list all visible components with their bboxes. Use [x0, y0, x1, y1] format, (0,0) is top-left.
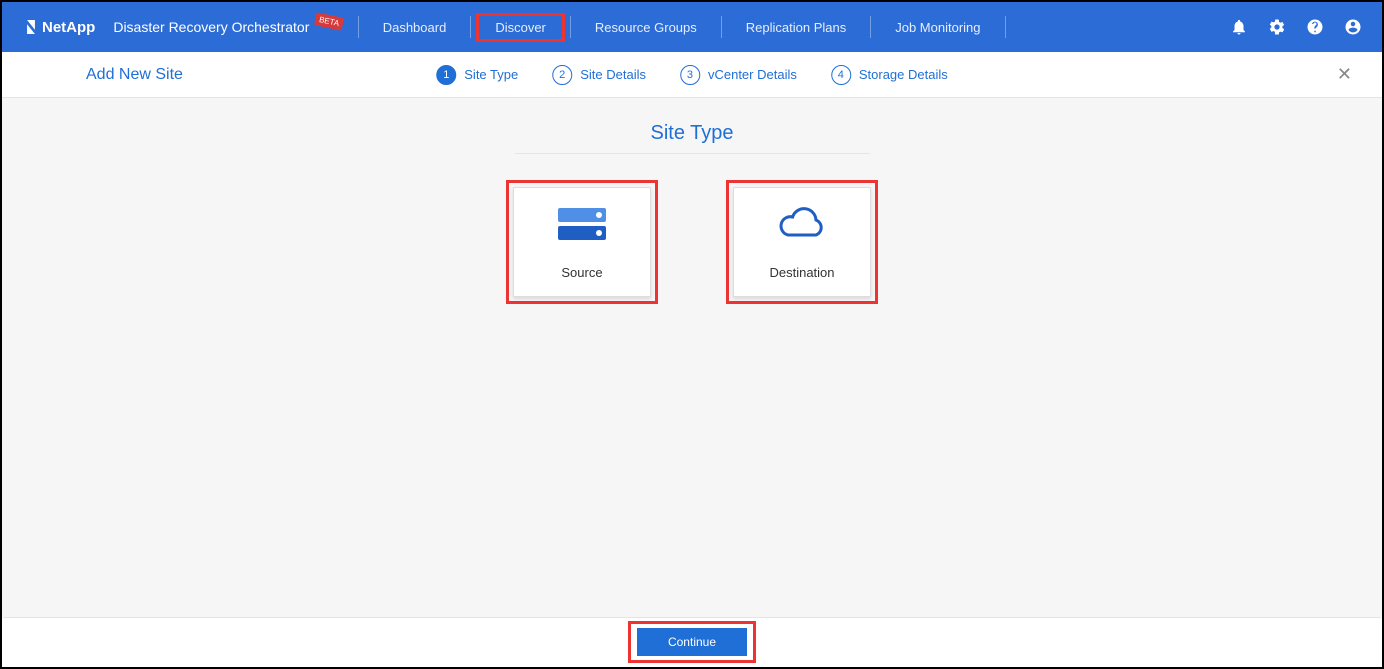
button-highlight: Continue: [628, 621, 756, 663]
server-icon: [554, 204, 610, 249]
beta-badge: BETA: [314, 12, 344, 31]
page-heading: Site Type: [2, 122, 1382, 145]
nav-replication-plans[interactable]: Replication Plans: [728, 14, 864, 41]
cloud-icon: [774, 204, 830, 249]
site-type-cards: Source Destination: [2, 180, 1382, 304]
nav-divider: [1005, 16, 1006, 38]
bell-icon[interactable]: [1230, 18, 1248, 36]
close-icon[interactable]: ✕: [1337, 64, 1352, 85]
user-icon[interactable]: [1344, 18, 1362, 36]
step-number: 2: [552, 65, 572, 85]
step-label: Site Details: [580, 67, 646, 82]
card-label: Destination: [769, 265, 834, 280]
wizard-header: Add New Site 1 Site Type 2 Site Details …: [2, 52, 1382, 98]
gear-icon[interactable]: [1268, 18, 1286, 36]
card-label: Source: [561, 265, 602, 280]
step-site-details[interactable]: 2 Site Details: [552, 65, 646, 85]
continue-button[interactable]: Continue: [637, 628, 747, 656]
wizard-title: Add New Site: [86, 66, 183, 84]
card-destination[interactable]: Destination: [733, 187, 871, 297]
brand-logo: NetApp: [24, 19, 95, 36]
nav-resource-groups[interactable]: Resource Groups: [577, 14, 715, 41]
nav-divider: [870, 16, 871, 38]
step-number: 4: [831, 65, 851, 85]
nav-right-icons: [1230, 18, 1362, 36]
step-label: Site Type: [464, 67, 518, 82]
nav-divider: [358, 16, 359, 38]
product-name: Disaster Recovery Orchestrator: [113, 19, 309, 35]
wizard-body: Site Type Source Dest: [2, 98, 1382, 619]
nav-job-monitoring[interactable]: Job Monitoring: [877, 14, 998, 41]
card-source[interactable]: Source: [513, 187, 651, 297]
step-label: vCenter Details: [708, 67, 797, 82]
step-label: Storage Details: [859, 67, 948, 82]
netapp-logo-icon: [24, 20, 38, 34]
nav-dashboard[interactable]: Dashboard: [365, 14, 465, 41]
card-highlight: Destination: [726, 180, 878, 304]
wizard-steps: 1 Site Type 2 Site Details 3 vCenter Det…: [436, 65, 947, 85]
help-icon[interactable]: [1306, 18, 1324, 36]
step-vcenter-details[interactable]: 3 vCenter Details: [680, 65, 797, 85]
top-nav: NetApp Disaster Recovery Orchestrator BE…: [2, 2, 1382, 52]
step-number: 3: [680, 65, 700, 85]
nav-divider: [470, 16, 471, 38]
heading-divider: [515, 153, 870, 154]
step-number: 1: [436, 65, 456, 85]
step-storage-details[interactable]: 4 Storage Details: [831, 65, 948, 85]
card-highlight: Source: [506, 180, 658, 304]
nav-divider: [721, 16, 722, 38]
nav-divider: [570, 16, 571, 38]
nav-discover[interactable]: Discover: [477, 14, 564, 41]
step-site-type[interactable]: 1 Site Type: [436, 65, 518, 85]
wizard-footer: Continue: [4, 617, 1380, 665]
brand-name: NetApp: [42, 19, 95, 36]
